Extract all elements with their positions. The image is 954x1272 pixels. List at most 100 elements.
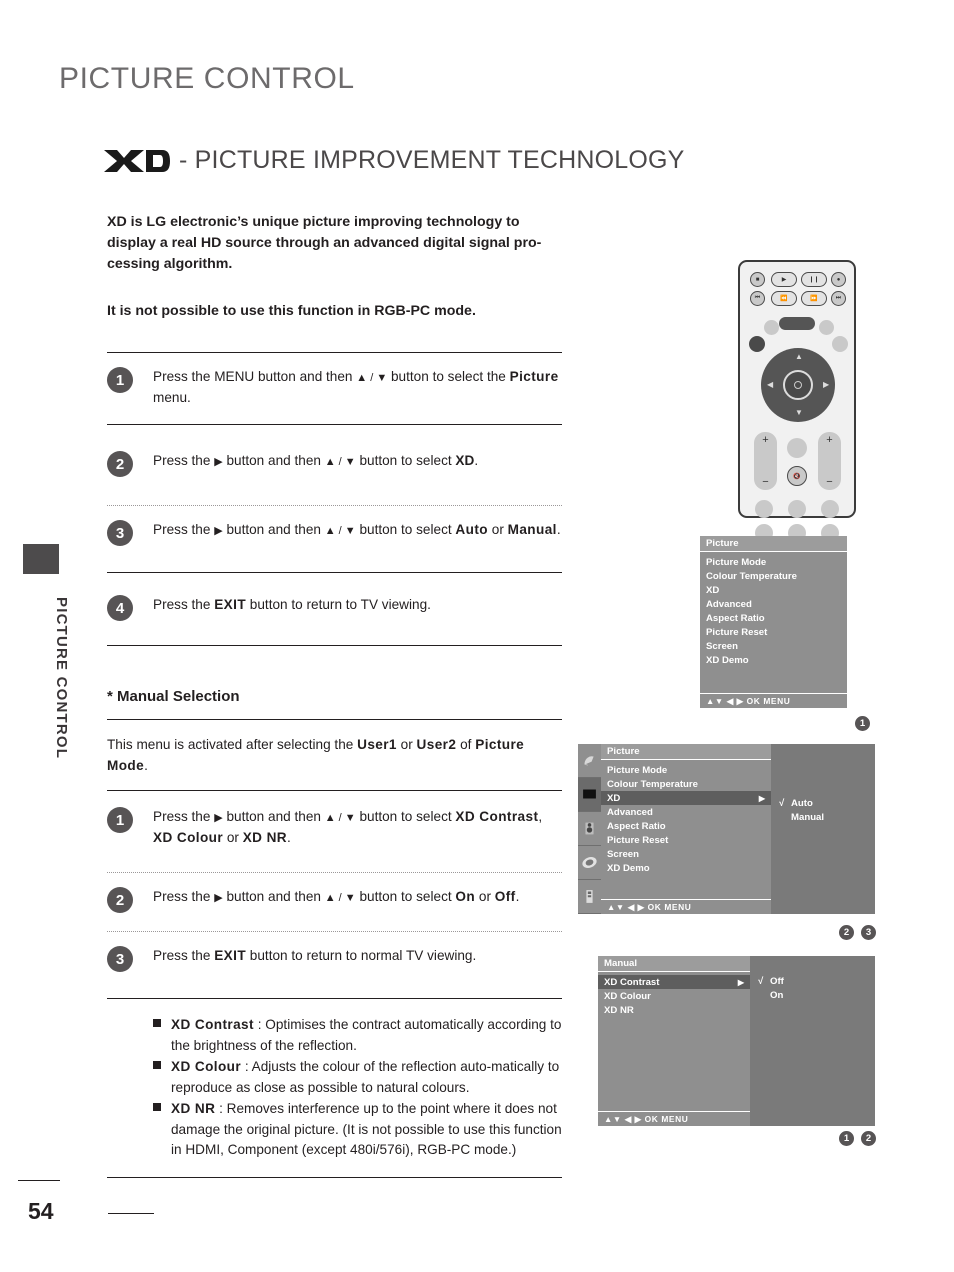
osd-menu-item[interactable]: XD Demo [601, 861, 771, 875]
osd-menu-item[interactable]: Colour Temperature [601, 777, 771, 791]
osd-submenu-option-label: Off [770, 975, 784, 987]
osd-menu-item-label: Picture Mode [607, 764, 668, 776]
step-number-badge: 2 [107, 451, 133, 477]
remote-stop-button[interactable]: ■ [750, 272, 765, 287]
instruction-step: 3 Press the EXIT button to return to norm… [107, 946, 562, 980]
osd-menu-item[interactable]: XD ▶ [601, 791, 771, 805]
instruction-step: 4 Press the EXIT button to return to TV v… [107, 595, 562, 629]
osd-menu-item-label: XD [706, 584, 720, 596]
remote-power-button[interactable] [749, 336, 765, 352]
text-run: . [474, 453, 479, 468]
osd-menu-item-label: Colour Temperature [607, 778, 698, 790]
remote-dpad-down-icon: ▼ [795, 408, 803, 417]
manual-page: PICTURE CONTROL 54 PICTURE CONTROL - PIC… [0, 0, 954, 1272]
osd-menu-item-label: Advanced [607, 806, 653, 818]
remote-exit-button[interactable] [832, 336, 848, 352]
osd-submenu-option[interactable]: √ Auto [771, 796, 875, 810]
osd-xd-submenu[interactable]: Picture Picture Mode Colour Temperature XD ▶… [578, 744, 875, 914]
osd-menu-item[interactable]: Screen [601, 847, 771, 861]
osd-category-tabs[interactable] [578, 744, 601, 914]
remote-record-button[interactable]: ● [831, 272, 846, 287]
osd-menu-item[interactable]: Picture Reset [601, 833, 771, 847]
remote-mute-button[interactable]: 🔇 [787, 466, 807, 486]
text-run: button and then [222, 453, 325, 468]
remote-number-3[interactable] [821, 500, 839, 518]
text-run: or [475, 889, 495, 904]
osd-menu-items: Picture Mode Colour Temperature XD Advanced… [700, 552, 847, 693]
osd-submenu-option[interactable]: √ Off [750, 974, 875, 988]
remote-fast-forward-button[interactable]: ⏩ [801, 291, 827, 306]
osd-submenu-option[interactable]: Manual [771, 810, 875, 824]
osd-menu-item[interactable]: XD Contrast ▶ [598, 975, 750, 989]
side-tab-marker [23, 544, 59, 574]
remote-skip-forward-button[interactable]: ⏭ [831, 291, 846, 306]
osd-menu-item[interactable]: Aspect Ratio [700, 611, 847, 625]
text-run: button to select [355, 889, 456, 904]
remote-aux-left-button[interactable] [764, 320, 779, 335]
manual-selection-note: This menu is activated after selecting t… [107, 734, 562, 776]
step-reference-marker: 1 [839, 1131, 854, 1146]
text-run: ▶ [214, 525, 223, 537]
osd-menu-item-label: Picture Reset [607, 834, 669, 846]
chevron-right-icon: ▶ [758, 793, 765, 803]
osd-tab-satellite-dish-icon[interactable] [578, 744, 601, 778]
osd-menu-item-label: Advanced [706, 598, 752, 610]
step-text: Press the ▶ button and then ▲ / ▼ button… [153, 451, 562, 472]
osd-menu-item[interactable]: XD NR [598, 1003, 750, 1017]
osd-submenu-panel: √ Auto Manual [771, 744, 875, 914]
osd-tab-clock-time-icon[interactable] [578, 846, 601, 880]
remote-channel-rocker[interactable]: + − [818, 432, 841, 490]
definition-body: : Removes interference up to the point w… [171, 1101, 562, 1157]
osd-xd-submenu-markers: 23 [839, 925, 876, 940]
remote-number-2[interactable] [788, 500, 806, 518]
text-run: Auto [455, 522, 488, 537]
osd-menu-item[interactable]: Aspect Ratio [601, 819, 771, 833]
section-divider [107, 424, 562, 425]
section-heading-text: - PICTURE IMPROVEMENT TECHNOLOGY [179, 146, 685, 174]
osd-menu-item-label: XD Demo [706, 654, 749, 666]
osd-menu-item[interactable]: XD Demo [700, 653, 847, 667]
text-run: button to select [355, 522, 456, 537]
osd-menu-item[interactable]: Advanced [700, 597, 847, 611]
osd-menu-item[interactable]: XD [700, 583, 847, 597]
osd-menu-item[interactable]: Picture Mode [601, 763, 771, 777]
osd-tab-picture-tv-icon[interactable] [578, 778, 601, 812]
definition-item: XD Contrast : Optimises the contract aut… [153, 1015, 562, 1056]
osd-menu-item[interactable]: Picture Reset [700, 625, 847, 639]
remote-play-button[interactable]: ▶ [771, 272, 797, 287]
osd-menu-item[interactable]: Screen [700, 639, 847, 653]
osd-tab-speaker-audio-icon[interactable] [578, 812, 601, 846]
remote-number-1[interactable] [755, 500, 773, 518]
osd-manual-menu[interactable]: Manual XD Contrast ▶ XD Colour XD NR ▲▼ ◀ ▶ O… [598, 956, 875, 1126]
osd-menu-item-label: XD [607, 792, 621, 804]
step-number-badge: 4 [107, 595, 133, 621]
section-divider [107, 352, 562, 353]
text-run: button and then [222, 809, 325, 824]
osd-menu-item[interactable]: Picture Mode [700, 555, 847, 569]
osd-menu-item-label: Screen [706, 640, 738, 652]
text-run: ▶ [214, 456, 223, 468]
step-reference-marker: 2 [861, 1131, 876, 1146]
osd-menu-item[interactable]: Colour Temperature [700, 569, 847, 583]
osd-submenu-option[interactable]: On [750, 988, 875, 1002]
remote-rewind-button[interactable]: ⏪ [771, 291, 797, 306]
remote-volume-rocker[interactable]: + − [754, 432, 777, 490]
text-run: Off [494, 889, 516, 904]
remote-aux-right-button[interactable] [819, 320, 834, 335]
osd-menu-item[interactable]: XD Colour [598, 989, 750, 1003]
remote-pause-button[interactable]: ❙❙ [801, 272, 827, 287]
remote-skip-back-button[interactable]: ⏮ [750, 291, 765, 306]
section-divider [107, 998, 562, 999]
text-run: User2 [416, 737, 457, 752]
remote-menu-bar-button[interactable] [779, 317, 815, 330]
text-run: This menu is activated after selecting t… [107, 737, 358, 752]
osd-menu-item[interactable]: Advanced [601, 805, 771, 819]
text-run: XD Colour [153, 830, 224, 845]
osd-tab-remote-setup-icon[interactable] [578, 880, 601, 914]
step-text: Press the ▶ button and then ▲ / ▼ button… [153, 887, 562, 908]
section-divider-dotted [107, 872, 562, 873]
osd-picture-menu[interactable]: Picture Picture Mode Colour Temperature XD A… [700, 536, 870, 708]
remote-favourite-button[interactable] [787, 438, 807, 458]
checkmark-icon: √ [758, 975, 764, 987]
text-run: . [556, 522, 561, 537]
